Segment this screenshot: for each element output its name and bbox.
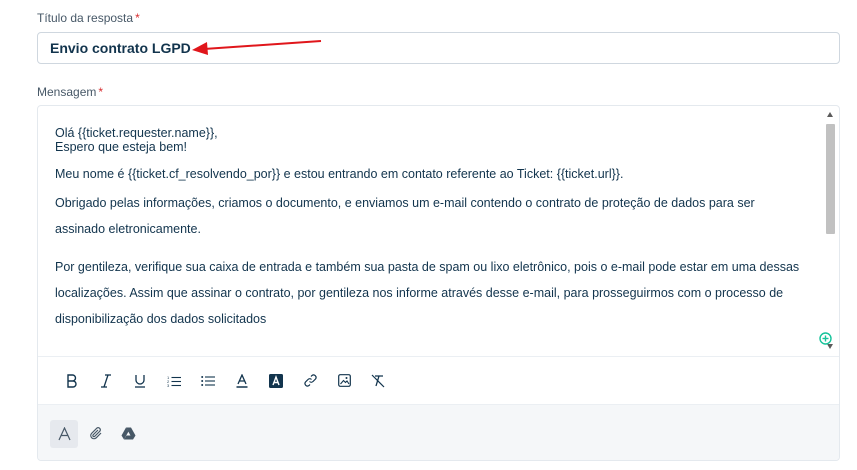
bulleted-list-icon[interactable] (191, 364, 225, 398)
text-format-icon[interactable] (50, 419, 78, 448)
editor-footer (38, 404, 839, 460)
title-field-label: Título da resposta * (37, 11, 140, 25)
message-field-label: Mensagem * (37, 85, 103, 99)
message-line: Olá {{ticket.requester.name}}, (55, 126, 218, 140)
message-line: Meu nome é {{ticket.cf_resolvendo_por}} … (55, 167, 624, 181)
message-paragraph: Obrigado pelas informações, criamos o do… (55, 196, 755, 236)
italic-icon[interactable] (89, 364, 123, 398)
underline-icon[interactable] (123, 364, 157, 398)
scroll-thumb[interactable] (826, 124, 835, 234)
response-title-value: Envio contrato LGPD (50, 40, 191, 56)
image-icon[interactable] (327, 364, 361, 398)
numbered-list-icon[interactable]: 123 (157, 364, 191, 398)
required-mark: * (98, 85, 104, 99)
required-mark: * (135, 11, 140, 25)
formatting-toolbar: 123 (38, 356, 839, 404)
svg-text:3: 3 (167, 383, 170, 387)
title-label-text: Título da resposta (37, 11, 134, 25)
bold-icon[interactable] (55, 364, 89, 398)
font-color-icon[interactable] (225, 364, 259, 398)
message-body[interactable]: Olá {{ticket.requester.name}}, Espero qu… (38, 106, 823, 356)
clear-format-icon[interactable] (361, 364, 395, 398)
scroll-up-arrow-icon[interactable] (827, 112, 833, 117)
message-label-text: Mensagem (37, 85, 97, 99)
grammar-check-icon[interactable] (819, 332, 832, 345)
background-color-icon[interactable] (259, 364, 293, 398)
attachment-icon[interactable] (82, 420, 110, 448)
annotation-arrow-icon (192, 40, 322, 55)
message-editor: Olá {{ticket.requester.name}}, Espero qu… (37, 105, 840, 461)
message-paragraph: Por gentileza, verifique sua caixa de en… (55, 260, 800, 326)
response-title-input[interactable]: Envio contrato LGPD (37, 32, 840, 64)
message-line: Espero que esteja bem! (55, 140, 188, 154)
editor-scrollbar[interactable] (822, 106, 839, 356)
link-icon[interactable] (293, 364, 327, 398)
google-drive-icon[interactable] (114, 420, 142, 448)
